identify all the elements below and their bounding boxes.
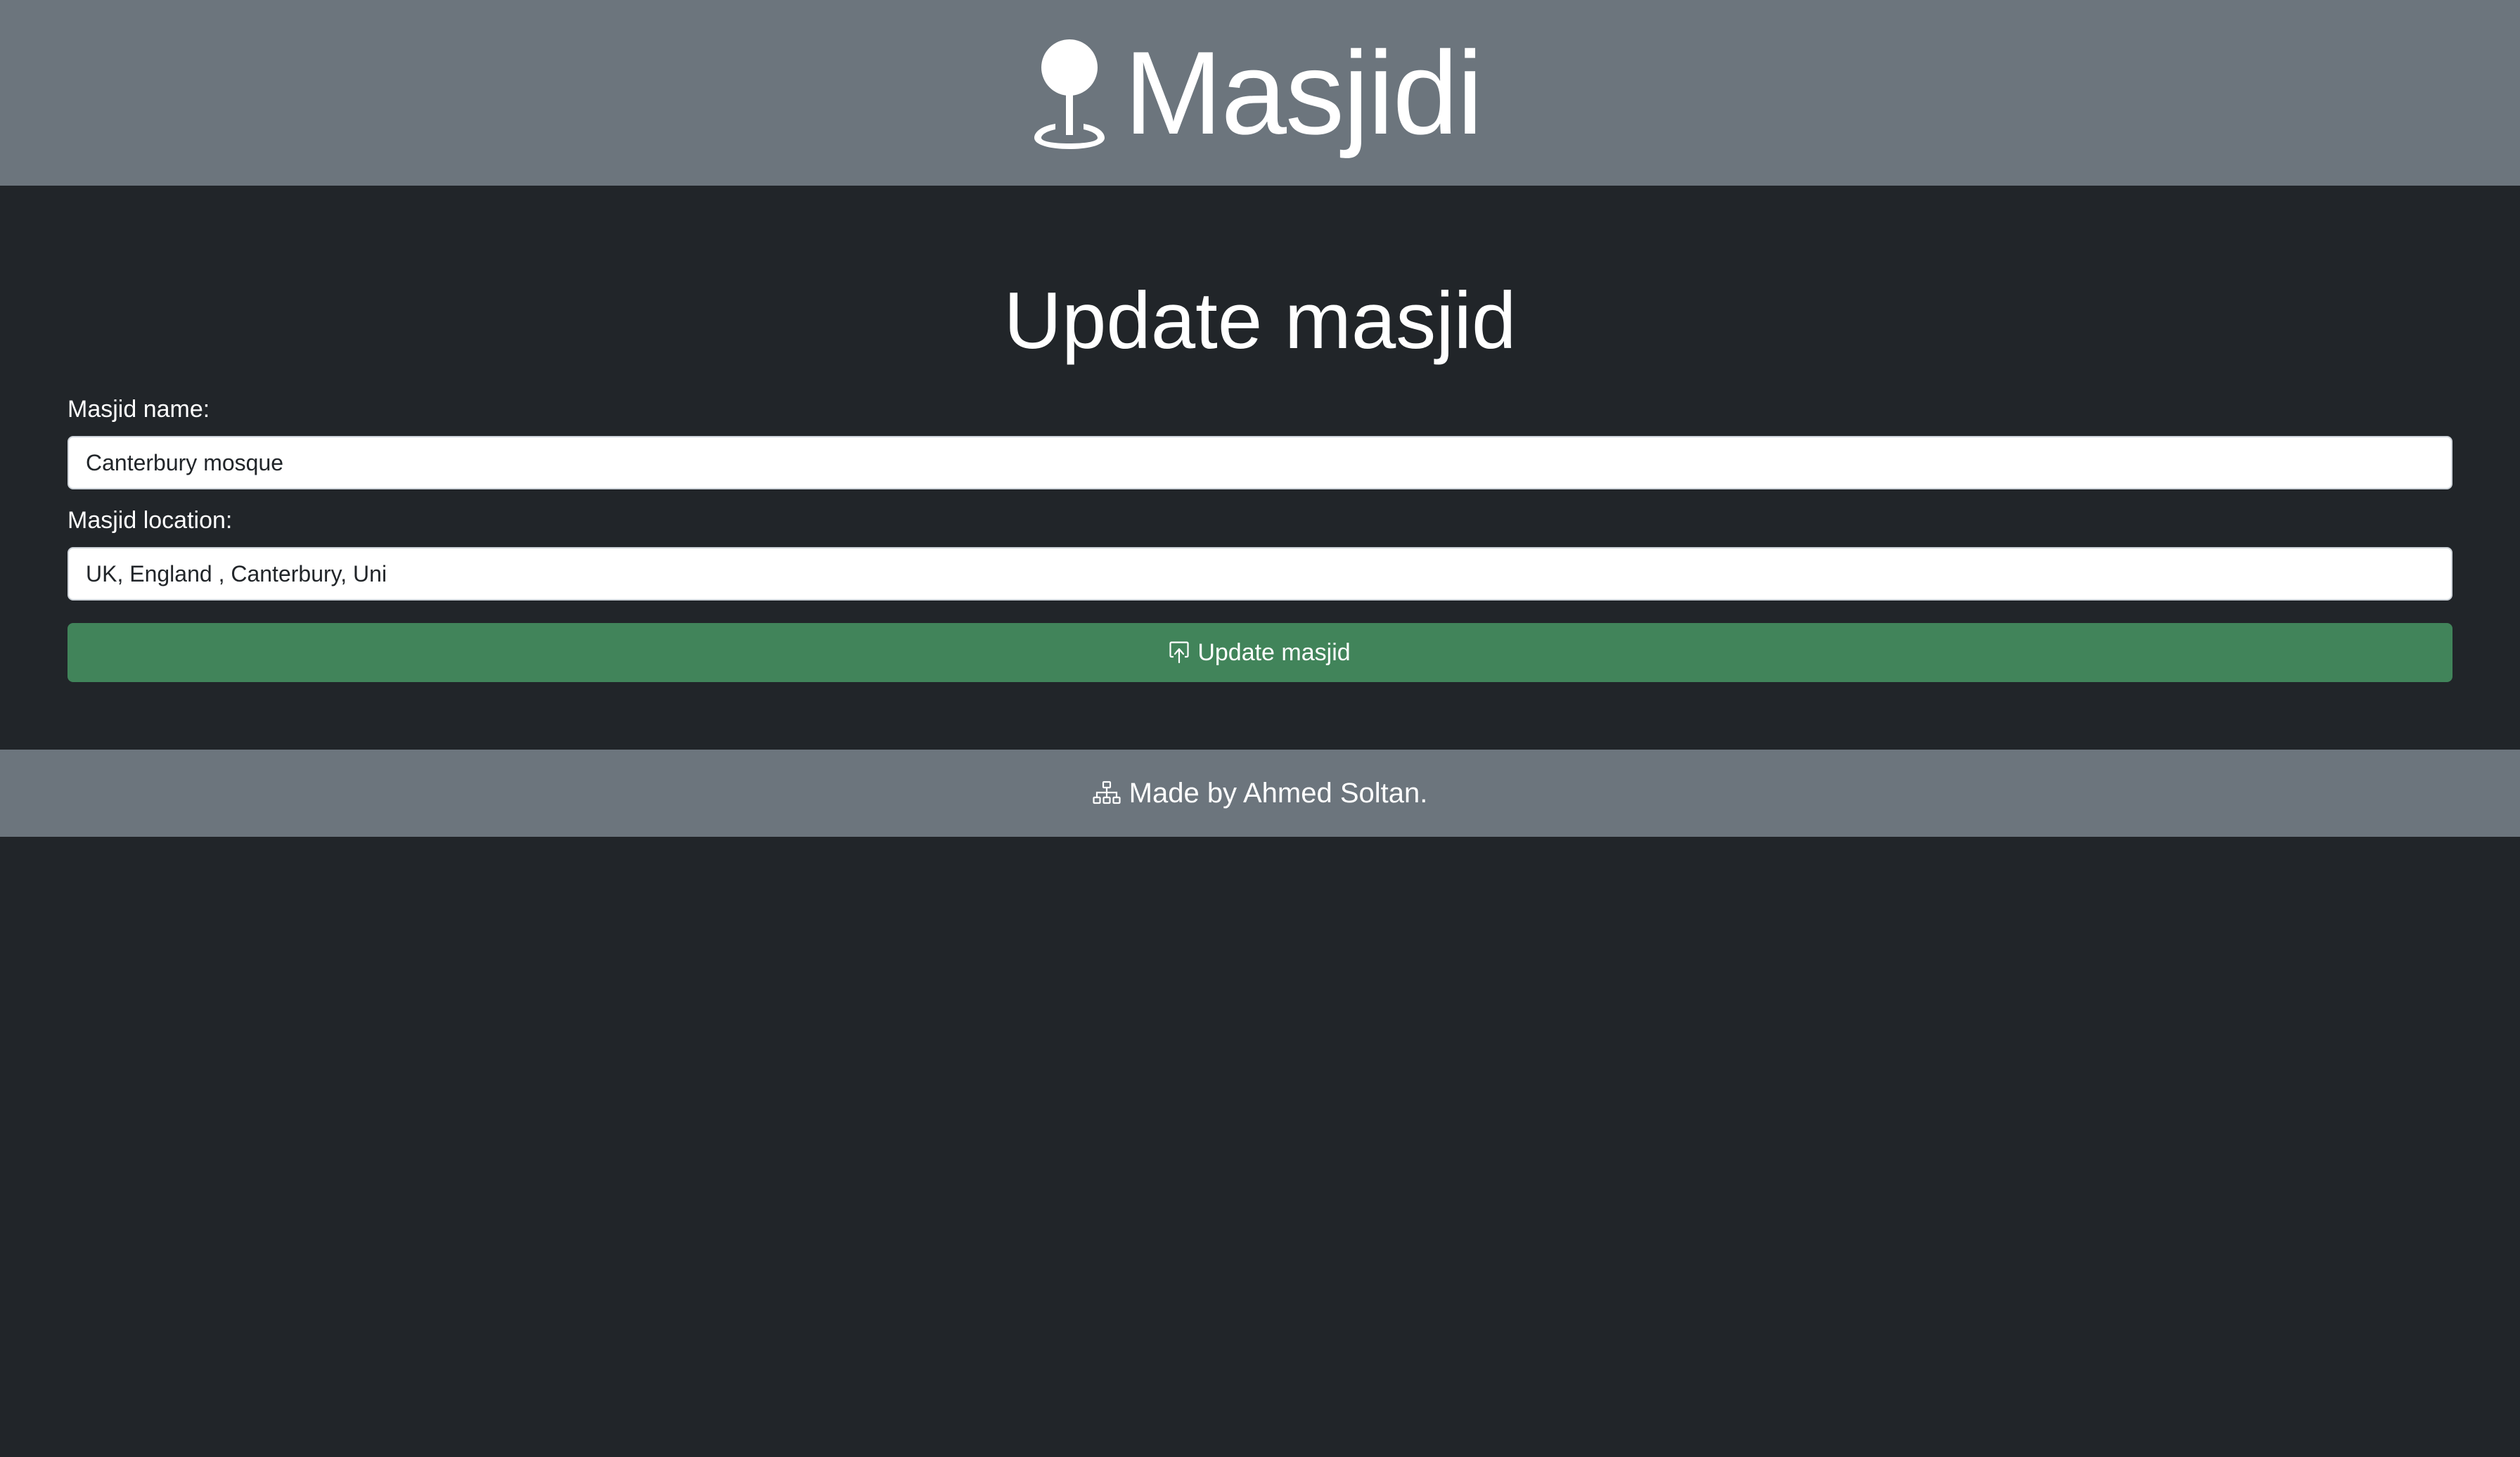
brand[interactable]: Masjidi — [1031, 27, 1484, 159]
page-title: Update masjid — [1003, 276, 1517, 366]
site-footer: Made by Ahmed Soltan. — [0, 750, 2520, 837]
update-masjid-button-label: Update masjid — [1197, 638, 1351, 666]
masjid-name-label: Masjid name: — [68, 396, 210, 423]
name-group: Masjid name: — [68, 394, 2452, 489]
location-group: Masjid location: — [68, 505, 2452, 601]
masjid-name-input[interactable] — [68, 436, 2452, 489]
site-header: Masjidi — [0, 0, 2520, 186]
upload-icon — [1169, 641, 1189, 664]
update-masjid-form: Masjid name: Masjid location: Update mas… — [68, 394, 2452, 682]
masjid-location-input[interactable] — [68, 547, 2452, 601]
footer-credit: Made by Ahmed Soltan. — [1129, 777, 1428, 809]
brand-name: Masjidi — [1124, 27, 1484, 159]
sitemap-icon — [1093, 781, 1121, 804]
masjid-location-label: Masjid location: — [68, 507, 233, 534]
update-masjid-button[interactable]: Update masjid — [68, 623, 2452, 682]
map-pin-icon — [1034, 39, 1105, 149]
